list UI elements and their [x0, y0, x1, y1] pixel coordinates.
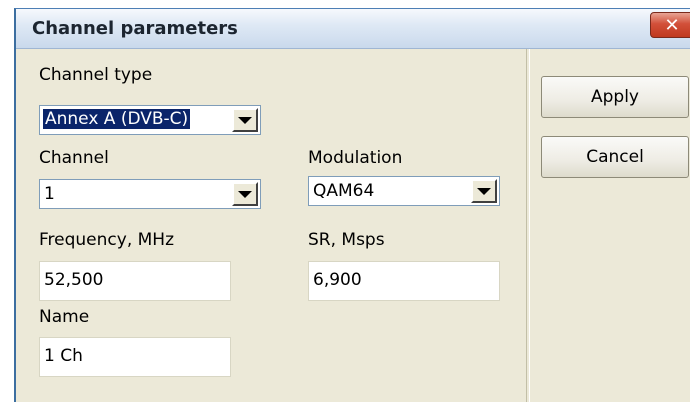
symbol-rate-field[interactable]: [308, 261, 500, 301]
frequency-input[interactable]: [44, 270, 224, 290]
modulation-value: QAM64: [313, 181, 375, 201]
panel-divider: [526, 49, 530, 402]
channel-type-label: Channel type: [39, 65, 153, 85]
chevron-down-icon[interactable]: [232, 108, 258, 132]
apply-button[interactable]: Apply: [541, 76, 689, 118]
frequency-field[interactable]: [39, 261, 231, 301]
modulation-label: Modulation: [308, 148, 403, 168]
name-input[interactable]: [44, 346, 224, 366]
name-label: Name: [39, 307, 90, 327]
modulation-select[interactable]: QAM64: [308, 176, 500, 206]
symbol-rate-label: SR, Msps: [308, 230, 385, 250]
dialog-title: Channel parameters: [32, 18, 238, 39]
channel-value: 1: [44, 184, 55, 204]
frequency-label: Frequency, MHz: [39, 230, 175, 250]
cancel-button[interactable]: Cancel: [541, 136, 689, 178]
symbol-rate-input[interactable]: [313, 270, 493, 290]
title-bar[interactable]: Channel parameters ✕: [16, 9, 690, 49]
chevron-down-icon[interactable]: [232, 182, 258, 206]
channel-parameters-dialog: Channel parameters ✕ Channel type Annex …: [14, 8, 690, 402]
channel-type-select[interactable]: Annex A (DVB-C): [39, 105, 261, 135]
channel-label: Channel: [39, 148, 109, 168]
channel-type-value: Annex A (DVB-C): [43, 109, 191, 129]
chevron-down-icon[interactable]: [471, 179, 497, 203]
close-button[interactable]: ✕: [650, 12, 690, 38]
channel-select[interactable]: 1: [39, 179, 261, 209]
close-icon: ✕: [664, 14, 680, 35]
name-field[interactable]: [39, 337, 231, 377]
